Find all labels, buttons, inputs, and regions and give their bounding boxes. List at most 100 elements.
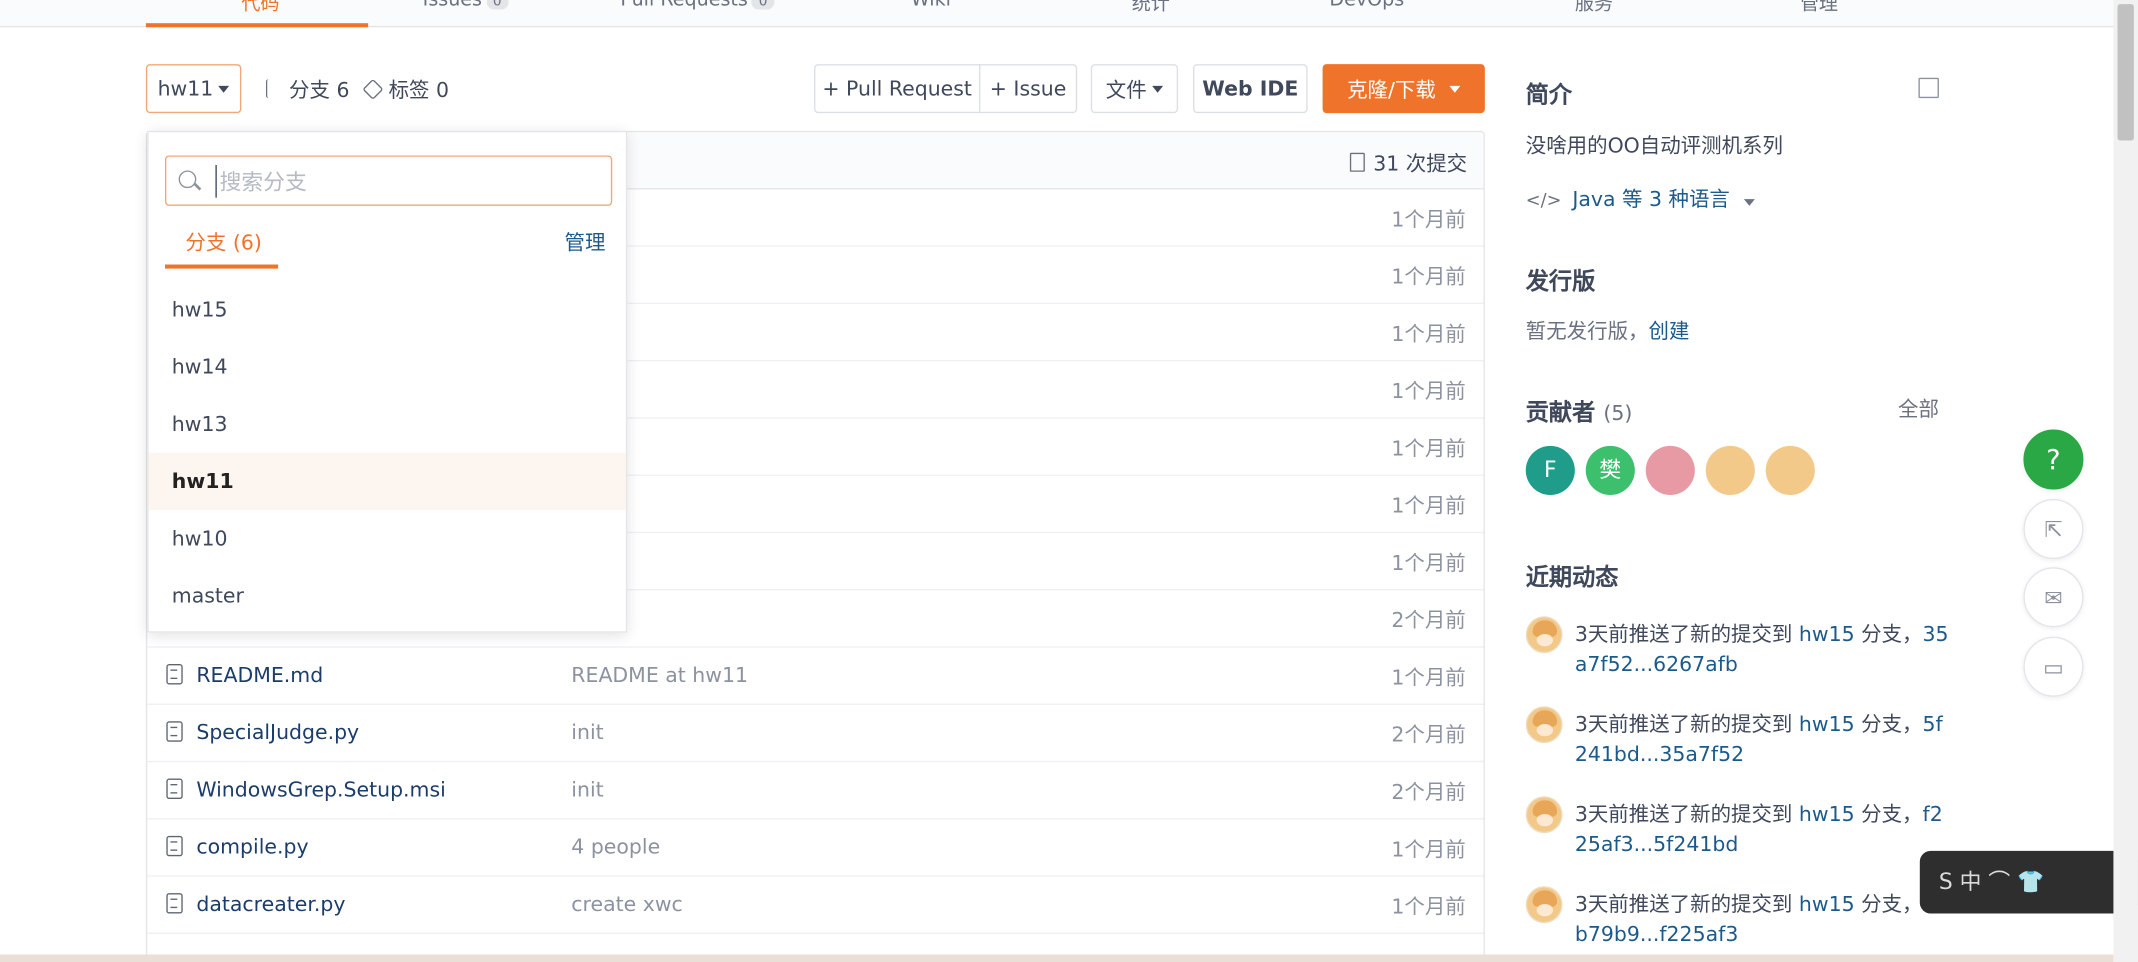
tags-link[interactable]: 标签 0	[362, 75, 449, 104]
scrollbar-thumb[interactable]	[2117, 4, 2134, 141]
file-row[interactable]: README.md README at hw11 1个月前	[147, 648, 1484, 705]
tab-issues[interactable]: Issues 0	[423, 0, 509, 11]
activity-avatar[interactable]	[1525, 706, 1563, 744]
commits-link[interactable]: 31 次提交	[1350, 149, 1467, 178]
chevron-down-icon	[1449, 85, 1461, 93]
contributor-avatar[interactable]	[1765, 445, 1815, 495]
new-pull-request-button[interactable]: + Pull Request	[814, 64, 981, 114]
branch-dropdown: 分支 (6) 管理 hw15hw14hw13hw11hw10master	[147, 130, 628, 633]
create-release-link[interactable]: 创建	[1648, 319, 1689, 344]
repo-nav: 代码 Issues 0 Pull Requests 0 Wiki 统计 DevOps…	[0, 0, 2114, 28]
release-text: 暂无发行版，创建	[1525, 319, 1690, 344]
file-row[interactable]: SpecialJudge.py init 2个月前	[147, 705, 1484, 763]
branch-select-button[interactable]: hw11	[145, 64, 242, 114]
commit-message-link[interactable]: 4 people	[571, 834, 660, 859]
file-name-link[interactable]: SpecialJudge.py	[196, 720, 359, 745]
mail-icon[interactable]: ✉	[2023, 567, 2084, 628]
file-row[interactable]: WindowsGrep.Setup.msi init 2个月前	[147, 762, 1484, 820]
manage-branches-link[interactable]: 管理	[564, 228, 605, 257]
tag-icon	[362, 78, 384, 100]
active-tab-indicator	[145, 23, 369, 28]
activity-avatar[interactable]	[1525, 616, 1563, 654]
search-icon-handle	[194, 182, 202, 191]
file-updated-time: 1个月前	[1391, 837, 1466, 862]
intro-title: 简介	[1525, 81, 1573, 110]
tab-services[interactable]: 服务	[1575, 0, 1613, 16]
branch-option-hw13[interactable]: hw13	[149, 395, 626, 452]
branch-option-hw10[interactable]: hw10	[149, 510, 626, 567]
edit-icon[interactable]	[1918, 77, 1939, 99]
commit-book-icon	[1350, 152, 1366, 172]
page-scrollbar[interactable]	[2113, 0, 2138, 962]
tab-code[interactable]: 代码	[241, 0, 279, 16]
release-title: 发行版	[1525, 268, 1596, 296]
file-icon	[166, 778, 183, 800]
pr-count-badge: 0	[751, 0, 775, 10]
file-updated-time: 1个月前	[1391, 264, 1466, 290]
activity-commit-range-link[interactable]: 241bd...35a7f52	[1575, 742, 1744, 767]
file-name-link[interactable]: datacreater.py	[196, 892, 345, 917]
languages-link[interactable]: </> Java 等 3 种语言	[1526, 184, 1755, 213]
activity-branch-link[interactable]: hw15	[1799, 712, 1855, 737]
activity-commit-range-link[interactable]: 25af3...5f241bd	[1575, 832, 1738, 857]
branch-option-hw14[interactable]: hw14	[149, 338, 626, 395]
intro-text: 没啥用的OO自动评测机系列	[1525, 133, 1783, 159]
file-icon	[166, 893, 183, 914]
branches-tab[interactable]: 分支 (6)	[185, 228, 261, 257]
branch-option-hw15[interactable]: hw15	[149, 281, 626, 338]
file-icon	[166, 835, 183, 857]
file-menu-button[interactable]: 文件	[1090, 64, 1179, 114]
contributor-avatar[interactable]	[1705, 445, 1755, 495]
activity-commit-range-link[interactable]: f2	[1923, 802, 1943, 827]
contributor-avatar[interactable]: 樊	[1585, 445, 1635, 495]
comment-icon[interactable]: ▭	[2023, 636, 2084, 697]
activity-avatar[interactable]	[1525, 796, 1563, 834]
tab-wiki[interactable]: Wiki	[911, 0, 951, 11]
activity-avatar[interactable]	[1525, 886, 1563, 924]
share-icon[interactable]: ⇱	[2023, 499, 2084, 560]
branch-option-master[interactable]: master	[149, 567, 626, 624]
commit-message-link[interactable]: create xwc	[571, 892, 683, 917]
file-name-link[interactable]: compile.py	[196, 834, 308, 859]
contributor-avatar[interactable]: F	[1525, 445, 1575, 495]
help-button[interactable]: ?	[2023, 429, 2084, 490]
activity-branch-link[interactable]: hw15	[1799, 802, 1855, 827]
web-ide-button[interactable]: Web IDE	[1193, 64, 1308, 114]
activity-item: 3天前推送了新的提交到 hw15 分支，35 a7f52...6267afb	[1574, 621, 1949, 677]
activity-title: 近期动态	[1525, 564, 1619, 592]
activity-branch-link[interactable]: hw15	[1799, 622, 1855, 647]
activity-commit-range-link[interactable]: b79b9...f225af3	[1575, 922, 1738, 947]
branch-option-hw11[interactable]: hw11	[148, 452, 626, 510]
bottom-strip	[0, 954, 2114, 962]
code-icon: </>	[1525, 190, 1562, 212]
commit-message-link[interactable]: init	[571, 777, 603, 802]
branch-icon	[265, 79, 282, 99]
ime-toolbar[interactable]: S 中 ⌒ 👕	[1919, 850, 2138, 914]
file-name-link[interactable]: WindowsGrep.Setup.msi	[196, 777, 445, 802]
file-updated-time: 1个月前	[1391, 665, 1466, 690]
file-name-link[interactable]: README.md	[196, 663, 323, 688]
file-row[interactable]: compile.py 4 people 1个月前	[147, 819, 1484, 877]
contributor-avatar[interactable]	[1645, 445, 1695, 495]
tab-pull-requests[interactable]: Pull Requests 0	[620, 0, 775, 11]
file-updated-time: 1个月前	[1391, 894, 1466, 919]
activity-commit-range-link[interactable]: 35	[1923, 622, 1949, 647]
contributors-all-link[interactable]: 全部	[1898, 394, 1939, 423]
branch-search-input[interactable]	[215, 164, 598, 198]
activity-branch-link[interactable]: hw15	[1799, 892, 1855, 917]
branches-link[interactable]: 分支 6	[265, 75, 349, 104]
tab-stats[interactable]: 统计	[1132, 0, 1170, 16]
commit-message-link[interactable]: init	[571, 720, 603, 745]
activity-commit-range-link[interactable]: 5f	[1923, 712, 1943, 737]
file-icon	[166, 664, 183, 685]
tab-manage[interactable]: 管理	[1800, 0, 1838, 16]
tab-devops[interactable]: DevOps	[1329, 0, 1404, 11]
new-issue-button[interactable]: + Issue	[978, 64, 1078, 114]
activity-item: 3天前推送了新的提交到 hw15 分支，f2 25af3...5f241bd	[1574, 801, 1943, 857]
clone-download-button[interactable]: 克隆/下载	[1322, 64, 1485, 114]
commit-message-link[interactable]: README at hw11	[571, 663, 748, 688]
activity-commit-range-link[interactable]: a7f52...6267afb	[1575, 652, 1738, 677]
file-row[interactable]: datacreater.py create xwc 1个月前	[147, 877, 1484, 934]
branch-search-box	[164, 155, 613, 206]
file-updated-time: 2个月前	[1391, 779, 1466, 805]
